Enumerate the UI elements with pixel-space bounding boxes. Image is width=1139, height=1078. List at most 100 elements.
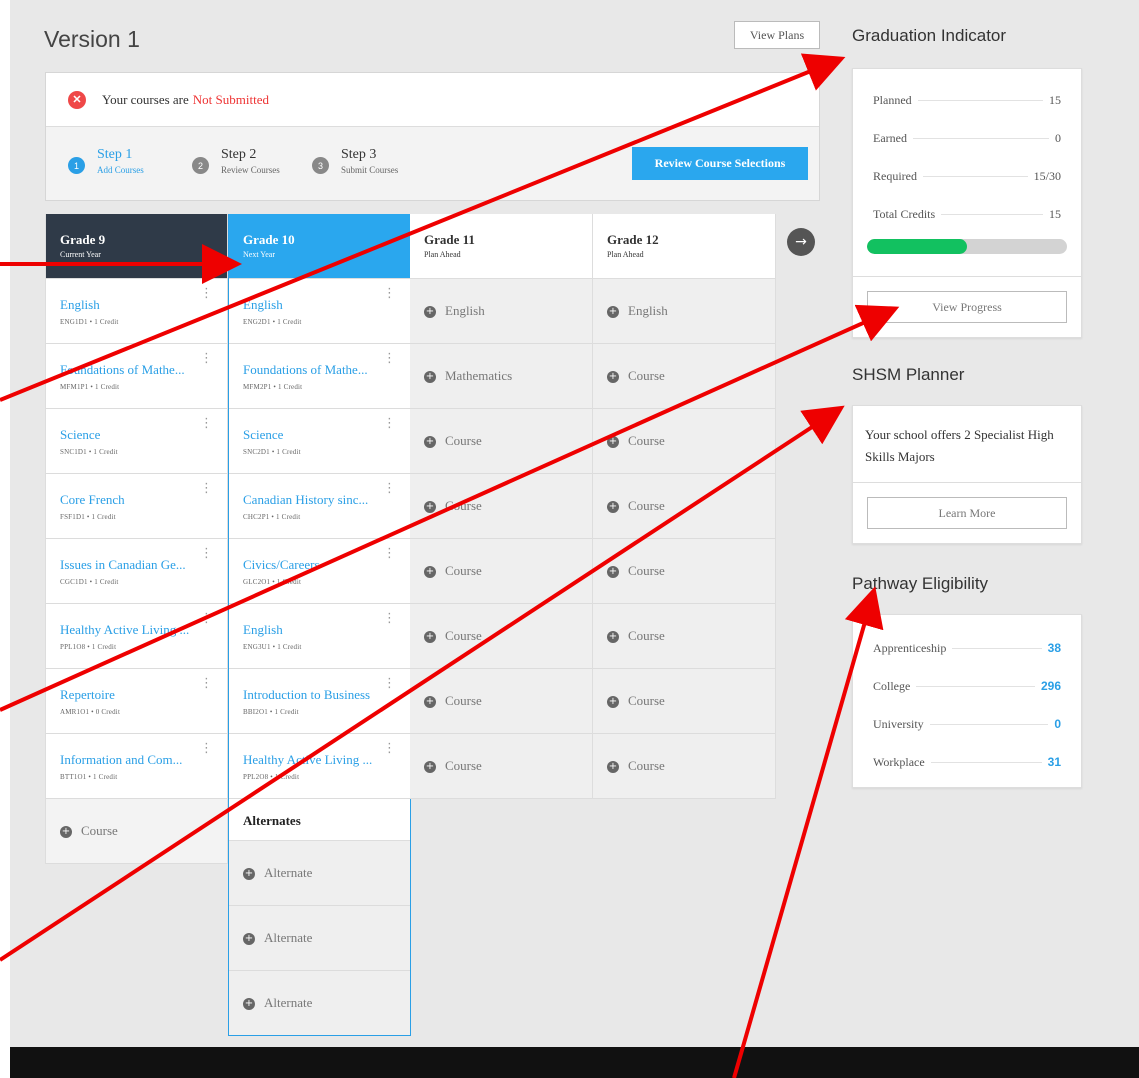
step-2[interactable]: 2 Step 2 Review Courses [192,147,280,175]
add-alternate-slot[interactable]: + Alternate [229,841,410,906]
add-course-slot[interactable]: + Course [593,539,776,604]
course-card[interactable]: Science SNC1D1 • 1 Credit ⋮ [46,409,227,474]
grade-12-header[interactable]: Grade 12 Plan Ahead [593,214,776,279]
more-options-icon[interactable]: ⋮ [200,742,213,755]
metric-label: Planned [873,93,918,108]
add-plus-icon: + [424,631,436,644]
add-course-label: + Course [607,433,665,449]
course-card[interactable]: English ENG2D1 • 1 Credit ⋮ [229,279,410,344]
add-course-slot[interactable]: + Course [410,539,593,604]
add-course-slot[interactable]: + English [410,279,593,344]
course-card[interactable]: Introduction to Business BBI2O1 • 1 Credi… [229,669,410,734]
add-course-slot[interactable]: + English [593,279,776,344]
step-3[interactable]: 3 Step 3 Submit Courses [312,147,398,175]
add-course-label: + Course [607,628,665,644]
course-code: FSF1D1 • 1 Credit [60,513,116,521]
add-course-label: + Course [424,498,482,514]
step-progress: 1 Step 1 Add Courses 2 Step 2 Review Cou… [46,127,819,201]
more-options-icon[interactable]: ⋮ [383,417,396,430]
add-alternate-slot[interactable]: + Alternate [229,906,410,971]
course-card[interactable]: Foundations of Mathe... MFM1P1 • 1 Credit… [46,344,227,409]
more-options-icon[interactable]: ⋮ [383,352,396,365]
add-alternate-slot[interactable]: + Alternate [229,971,410,1036]
more-options-icon[interactable]: ⋮ [200,417,213,430]
review-course-selections-button[interactable]: Review Course Selections [632,147,808,180]
more-options-icon[interactable]: ⋮ [200,352,213,365]
grade-10-header[interactable]: Grade 10 Next Year [229,214,410,279]
pathway-value[interactable]: 38 [1041,641,1061,655]
course-name: Healthy Active Living ... [60,622,190,637]
course-code: MFM2P1 • 1 Credit [243,383,303,391]
add-course-label: + English [607,303,668,319]
course-code: PPL1O8 • 1 Credit [60,643,117,651]
pathway-value[interactable]: 0 [1048,717,1061,731]
submission-status-panel: ✕ Your courses are Not Submitted 1 Step … [45,72,820,201]
add-course-slot[interactable]: + Course [593,409,776,474]
more-options-icon[interactable]: ⋮ [383,677,396,690]
add-course-slot[interactable]: + Course [410,409,593,474]
add-course-slot[interactable]: + Course [410,669,593,734]
course-card[interactable]: Science SNC2D1 • 1 Credit ⋮ [229,409,410,474]
add-course-slot[interactable]: + Course [410,604,593,669]
step-1[interactable]: 1 Step 1 Add Courses [68,147,144,175]
more-options-icon[interactable]: ⋮ [200,677,213,690]
add-course-text: Course [445,693,482,708]
learn-more-button[interactable]: Learn More [867,497,1067,529]
course-card[interactable]: Core French FSF1D1 • 1 Credit ⋮ [46,474,227,539]
add-course-slot[interactable]: + Course [593,734,776,799]
more-options-icon[interactable]: ⋮ [383,547,396,560]
grade-subtitle: Next Year [243,250,275,259]
add-course-slot[interactable]: + Course [410,474,593,539]
graduation-row-required: Required 15/30 [853,157,1081,195]
more-options-icon[interactable]: ⋮ [383,742,396,755]
add-plus-icon: + [243,998,255,1011]
course-card[interactable]: Issues in Canadian Ge... CGC1D1 • 1 Credi… [46,539,227,604]
step-1-number-icon: 1 [68,157,85,174]
page-title: Version 1 [44,26,140,52]
more-options-icon[interactable]: ⋮ [200,612,213,625]
pathway-value[interactable]: 31 [1041,755,1061,769]
grade-9-header[interactable]: Grade 9 Current Year [46,214,227,279]
page-footer [10,1047,1139,1078]
pathway-row-workplace: Workplace 31 [853,743,1081,781]
pathway-value[interactable]: 296 [1034,679,1061,693]
course-card[interactable]: English ENG1D1 • 1 Credit ⋮ [46,279,227,344]
course-code: ENG2D1 • 1 Credit [243,318,302,326]
course-card[interactable]: English ENG3U1 • 1 Credit ⋮ [229,604,410,669]
course-card[interactable]: Repertoire AMR1O1 • 0 Credit ⋮ [46,669,227,734]
more-options-icon[interactable]: ⋮ [200,287,213,300]
course-card[interactable]: Foundations of Mathe... MFM2P1 • 1 Credit… [229,344,410,409]
add-plus-icon: + [424,306,436,319]
add-course-slot[interactable]: + Course [593,344,776,409]
graduation-indicator-card: Planned 15 Earned 0 Required 15/30 Total Cr… [852,68,1082,338]
more-options-icon[interactable]: ⋮ [200,547,213,560]
add-course-slot[interactable]: + Course [593,604,776,669]
add-course-text: Course [445,628,482,643]
add-plus-icon: + [607,566,619,579]
add-course-text: Course [445,758,482,773]
next-grade-arrow-icon[interactable]: → [787,228,815,256]
view-plans-button[interactable]: View Plans [734,21,820,49]
add-course-slot[interactable]: + Course [593,474,776,539]
course-card[interactable]: Information and Com... BTT1O1 • 1 Credit ⋮ [46,734,227,799]
more-options-icon[interactable]: ⋮ [200,482,213,495]
add-course-slot[interactable]: + Course [410,734,593,799]
more-options-icon[interactable]: ⋮ [383,482,396,495]
metric-value: 15 [1043,207,1061,222]
add-course-text: Course [81,823,118,838]
more-options-icon[interactable]: ⋮ [383,612,396,625]
grade-11-header[interactable]: Grade 11 Plan Ahead [410,214,593,279]
add-course-slot[interactable]: + Course [593,669,776,734]
status-prefix: Your courses are [102,91,189,107]
add-course-text: Course [628,563,665,578]
view-progress-button[interactable]: View Progress [867,291,1067,323]
add-course-slot[interactable]: + Course [46,799,227,864]
add-alternate-label: + Alternate [243,930,312,946]
course-card[interactable]: Healthy Active Living ... PPL2O8 • 1 Cred… [229,734,410,799]
add-course-label: + Course [424,758,482,774]
course-card[interactable]: Healthy Active Living ... PPL1O8 • 1 Cred… [46,604,227,669]
course-card[interactable]: Civics/Careers GLC2O1 • 1 Credit ⋮ [229,539,410,604]
more-options-icon[interactable]: ⋮ [383,287,396,300]
add-course-slot[interactable]: + Mathematics [410,344,593,409]
course-card[interactable]: Canadian History sinc... CHC2P1 • 1 Credi… [229,474,410,539]
